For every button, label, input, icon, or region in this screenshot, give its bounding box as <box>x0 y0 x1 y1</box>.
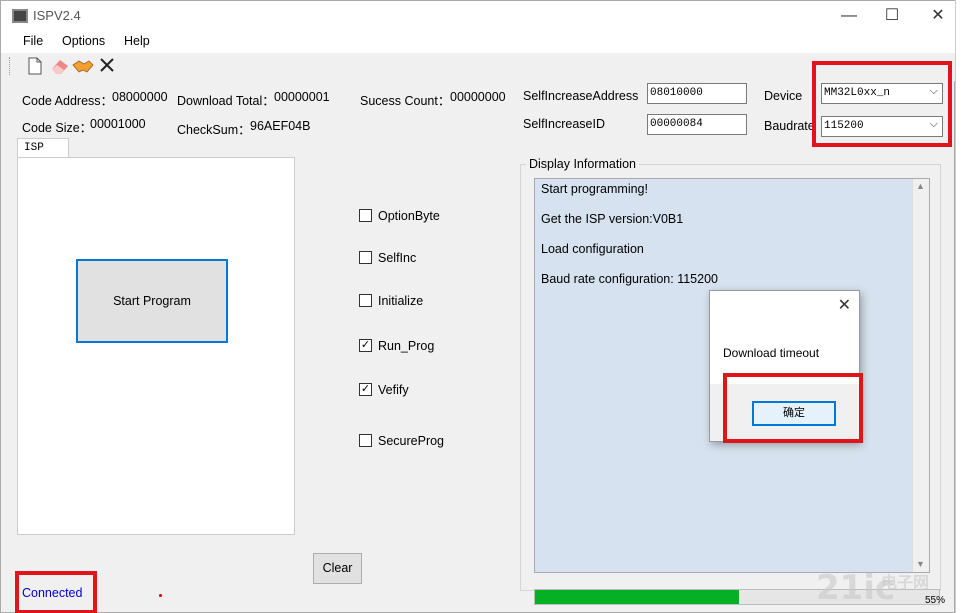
selfinc-checkbox[interactable] <box>359 251 372 264</box>
window-title: ISPV2.4 <box>33 8 81 23</box>
new-file-icon[interactable] <box>25 57 45 77</box>
selfinc-label: SelfInc <box>378 251 417 265</box>
close-window-button[interactable]: ✕ <box>923 6 953 26</box>
maximize-button[interactable]: ☐ <box>877 6 907 26</box>
highlight-box-device <box>812 61 952 147</box>
success-count-label: Sucess Count： <box>360 94 451 108</box>
isp-tab-panel <box>17 157 295 535</box>
checksum-label: CheckSum： <box>177 123 251 137</box>
app-icon <box>12 9 28 23</box>
secureprog-checkbox[interactable] <box>359 434 372 447</box>
self-increase-id-label: SelfIncreaseID <box>523 117 605 131</box>
code-size-value: 00001000 <box>90 117 146 131</box>
verify-checkbox[interactable]: ✓ <box>359 383 372 396</box>
watermark-sub: 电子网 <box>881 575 930 592</box>
menu-options[interactable]: Options <box>62 34 105 48</box>
run-prog-label: Run_Prog <box>378 339 435 353</box>
log-scrollbar[interactable]: ▲ ▼ <box>912 179 929 572</box>
dialog-close-icon[interactable]: ✕ <box>838 295 851 315</box>
background-window-strip <box>955 0 965 613</box>
display-information-label: Display Information <box>526 157 639 171</box>
verify-label: Vefify <box>378 383 409 397</box>
log-line: Get the ISP version:V0B1 <box>541 212 684 226</box>
initialize-checkbox[interactable] <box>359 294 372 307</box>
code-size-label: Code Size： <box>22 121 93 135</box>
minimize-button[interactable]: — <box>834 6 864 26</box>
isp-window: ISPV2.4 — ☐ ✕ File Options Help Code Add… <box>0 0 956 613</box>
close-icon[interactable] <box>97 57 117 77</box>
menu-help[interactable]: Help <box>124 34 150 48</box>
highlight-box-ok <box>723 373 863 443</box>
code-address-label: Code Address： <box>22 94 114 108</box>
checkmark-icon: ✓ <box>360 383 371 395</box>
menu-bar: File Options Help <box>1 31 956 53</box>
self-increase-id-field[interactable]: 00000084 <box>647 114 747 135</box>
eraser-icon[interactable] <box>50 57 70 77</box>
scroll-up-icon[interactable]: ▲ <box>916 181 925 191</box>
progress-fill <box>535 590 740 604</box>
highlight-box-status <box>15 571 97 613</box>
code-address-value: 08000000 <box>112 90 168 104</box>
download-total-label: Download Total： <box>177 94 275 108</box>
title-bar: ISPV2.4 — ☐ ✕ <box>1 1 956 31</box>
optionbyte-label: OptionByte <box>378 209 440 223</box>
menu-file[interactable]: File <box>23 34 43 48</box>
success-count-value: 00000000 <box>450 90 506 104</box>
scroll-down-icon[interactable]: ▼ <box>916 559 925 569</box>
progress-percent: 55% <box>925 595 946 606</box>
toolbar-grip <box>9 57 12 75</box>
self-increase-address-label: SelfIncreaseAddress <box>523 89 639 103</box>
baudrate-label: Baudrate <box>764 119 815 133</box>
secureprog-label: SecureProg <box>378 434 445 448</box>
clear-button[interactable]: Clear <box>313 553 362 584</box>
device-label: Device <box>764 89 803 103</box>
checksum-value: 96AEF04B <box>250 119 311 133</box>
red-dot <box>159 594 162 597</box>
checkmark-icon: ✓ <box>360 339 371 351</box>
start-program-button[interactable]: Start Program <box>76 259 228 343</box>
log-line: Baud rate configuration: 115200 <box>541 272 718 286</box>
log-line: Load configuration <box>541 242 644 256</box>
self-increase-address-field[interactable]: 08010000 <box>647 83 747 104</box>
tab-isp[interactable]: ISP <box>17 138 69 158</box>
run-prog-checkbox[interactable]: ✓ <box>359 339 372 352</box>
handshake-icon[interactable] <box>72 57 94 77</box>
download-total-value: 00000001 <box>274 90 330 104</box>
optionbyte-checkbox[interactable] <box>359 209 372 222</box>
log-line: Start programming! <box>541 182 648 196</box>
dialog-message: Download timeout <box>723 346 820 360</box>
initialize-label: Initialize <box>378 294 424 308</box>
